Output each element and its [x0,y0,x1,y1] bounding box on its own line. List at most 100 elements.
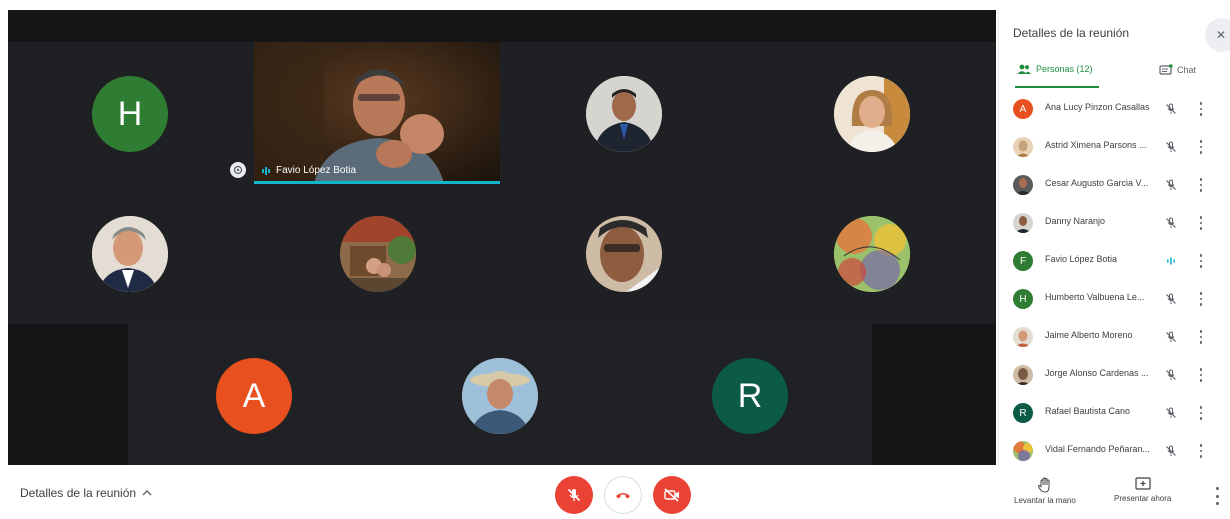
present-now-label: Presentar ahora [1114,494,1172,503]
active-tab-indicator [1015,86,1099,88]
avatar: R [1013,403,1033,423]
camera-toggle-button[interactable] [653,476,691,514]
participant-tile-woman[interactable] [834,76,910,152]
grid-top-strip [8,10,996,42]
avatar [1013,175,1033,195]
speaking-indicator-icon [262,166,270,175]
tile-initial: A [242,376,266,415]
list-item[interactable]: Jaime Alberto Moreno [999,318,1230,356]
meeting-details-button[interactable]: Detalles de la reunión [20,486,152,500]
speaker-video [254,42,500,184]
speaker-name-bar: Favio López Botia [262,165,356,176]
list-item[interactable]: Jorge Alonso Cardenas ... [999,356,1230,394]
participant-photo [462,358,538,434]
more-options-icon[interactable] [1197,253,1205,269]
more-options-icon[interactable] [1197,329,1205,345]
hand-icon [1037,477,1050,493]
participant-tile-abstract[interactable] [834,216,910,292]
mic-off-icon [1163,443,1179,459]
participant-tile-hat-man[interactable] [462,358,538,434]
tile-initial: R [737,376,763,415]
mic-off-icon [1163,139,1179,155]
camera-off-icon [664,488,679,502]
participant-photo [834,216,910,292]
tile-initial: H [117,94,143,133]
avatar [1013,327,1033,347]
list-item[interactable]: R Rafael Bautista Cano [999,394,1230,432]
present-icon [1135,477,1151,490]
list-item[interactable]: A Ana Lucy Pinzon Casallas [999,90,1230,128]
panel-title: Detalles de la reunión [1013,26,1130,40]
more-options-icon[interactable] [1197,101,1205,117]
participant-photo [586,76,662,152]
avatar [1013,365,1033,385]
participant-name: Humberto Valbuena Le... [1045,292,1145,302]
present-now-button[interactable]: Presentar ahora [1114,477,1171,503]
participant-tile-suit-man[interactable] [586,76,662,152]
speaker-name: Favio López Botia [276,165,357,176]
more-options-icon[interactable] [1197,367,1205,383]
participant-name: Cesar Augusto Garcia V... [1045,178,1149,188]
participant-name: Favio López Botia [1045,254,1118,264]
participant-tile-a[interactable]: A [216,358,292,434]
list-item[interactable]: F Favio López Botia [999,242,1230,280]
hang-up-icon [616,493,630,499]
list-item[interactable]: Vidal Fernando Peñaran... [999,432,1230,466]
participant-photo [340,216,416,292]
mic-off-icon [1163,101,1179,117]
more-options-icon[interactable] [1197,405,1205,421]
pin-icon[interactable] [230,162,246,178]
raise-hand-button[interactable]: Levantar la mano [1014,477,1076,505]
avatar [1013,213,1033,233]
close-icon: ✕ [1216,28,1227,42]
mic-toggle-button[interactable] [555,476,593,514]
participant-photo [92,216,168,292]
more-options-icon[interactable] [1197,177,1205,193]
speaker-video-tile[interactable]: Favio López Botia [254,42,500,184]
chevron-up-icon [142,490,152,496]
participant-tile-older-man[interactable] [92,216,168,292]
mic-off-icon [567,488,581,502]
more-options-button[interactable] [1212,487,1222,505]
mic-off-icon [1163,405,1179,421]
participant-tile-glasses-man[interactable] [586,216,662,292]
tab-chat-label: Chat [1177,65,1197,75]
speaking-indicator-icon [1163,253,1179,269]
list-item[interactable]: Cesar Augusto Garcia V... [999,166,1230,204]
more-options-icon[interactable] [1197,291,1205,307]
mic-off-icon [1163,177,1179,193]
mic-off-icon [1163,367,1179,383]
meeting-details-panel: Detalles de la reunión ✕ Personas (12) C… [998,10,1230,466]
speaking-border [254,181,500,184]
list-item[interactable]: Astrid Ximena Parsons ... [999,128,1230,166]
meet-window: H Favio López Botia A R Detalles de la r… [0,0,1230,519]
more-options-icon[interactable] [1197,215,1205,231]
panel-tabs: Personas (12) Chat [999,58,1230,90]
avatar: A [1013,99,1033,119]
tab-people-label: Personas (12) [1036,64,1093,74]
participant-name: Astrid Ximena Parsons ... [1045,140,1147,150]
avatar: F [1013,251,1033,271]
mic-off-icon [1163,329,1179,345]
participant-name: Jaime Alberto Moreno [1045,330,1133,340]
participant-tile-r[interactable]: R [712,358,788,434]
participant-tile-h[interactable]: H [92,76,168,152]
participant-name: Ana Lucy Pinzon Casallas [1045,102,1150,112]
tab-people[interactable]: Personas (12) [1017,64,1093,74]
list-item[interactable]: Danny Naranjo [999,204,1230,242]
bottom-toolbar: Detalles de la reunión Levantar la mano … [0,467,1230,519]
participant-photo [834,76,910,152]
tab-chat[interactable]: Chat [1159,64,1196,76]
more-options-icon[interactable] [1197,139,1205,155]
participant-name: Vidal Fernando Peñaran... [1045,444,1150,454]
more-options-icon[interactable] [1197,443,1205,459]
leave-call-button[interactable] [604,476,642,514]
participant-name: Rafael Bautista Cano [1045,406,1131,416]
mic-off-icon [1163,215,1179,231]
participant-tile-outdoor[interactable] [340,216,416,292]
people-list: A Ana Lucy Pinzon Casallas Astrid Ximena… [999,90,1230,466]
close-panel-button[interactable]: ✕ [1205,18,1230,52]
video-grid: H Favio López Botia A R [8,10,996,465]
avatar [1013,441,1033,461]
list-item[interactable]: H Humberto Valbuena Le... [999,280,1230,318]
